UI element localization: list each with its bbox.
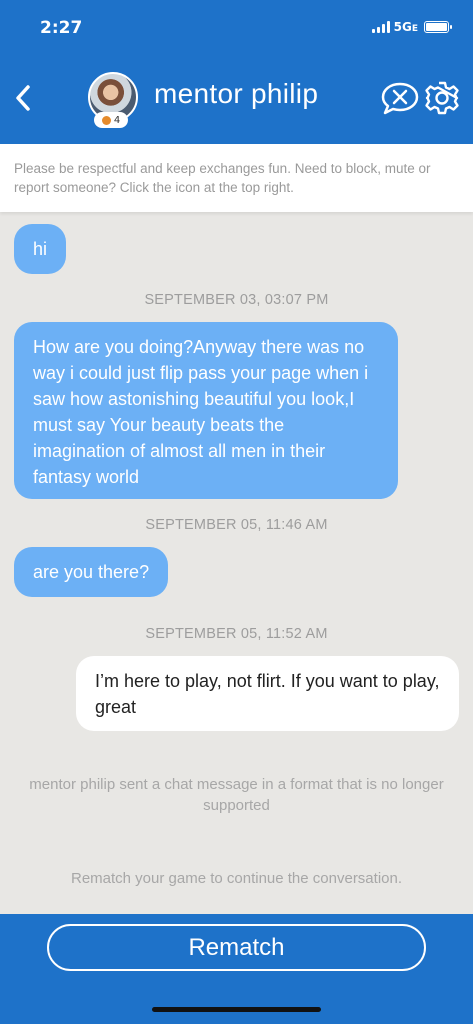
message-bubble-incoming: How are you doing?Anyway there was no wa… bbox=[14, 322, 398, 499]
network-label: 5GE bbox=[393, 20, 418, 34]
rematch-hint: Rematch your game to continue the conver… bbox=[70, 870, 403, 887]
block-report-button[interactable] bbox=[380, 80, 420, 116]
status-bar: 2:27 5GE bbox=[0, 0, 473, 50]
page-title: mentor philip bbox=[154, 78, 319, 109]
message-bubble-incoming: are you there? bbox=[14, 547, 169, 597]
status-indicators: 5GE bbox=[371, 20, 452, 34]
chat-header: 4 mentor philip bbox=[0, 50, 473, 144]
settings-button[interactable] bbox=[424, 80, 460, 116]
message-timestamp: SEPTEMBER 05, 11:52 AM bbox=[145, 626, 328, 642]
chat-close-icon bbox=[381, 82, 419, 115]
message-timestamp: SEPTEMBER 03, 03:07 PM bbox=[144, 292, 329, 308]
battery-icon bbox=[424, 21, 452, 33]
message-bubble-incoming: hi bbox=[14, 224, 67, 274]
system-message: mentor philip sent a chat message in a f… bbox=[29, 776, 444, 814]
status-time: 2:27 bbox=[40, 18, 83, 38]
level-badge: 4 bbox=[94, 112, 128, 128]
footer-bar: Rematch bbox=[0, 914, 473, 1024]
badge-icon bbox=[101, 115, 111, 125]
message-bubble-outgoing: I’m here to play, not flirt. If you want… bbox=[76, 656, 459, 731]
chat-thread[interactable]: hi SEPTEMBER 03, 03:07 PM How are you do… bbox=[0, 212, 473, 914]
rematch-button[interactable]: Rematch bbox=[47, 924, 426, 971]
home-indicator[interactable] bbox=[152, 1007, 321, 1012]
signal-icon bbox=[371, 21, 390, 33]
respect-notice: Please be respectful and keep exchanges … bbox=[0, 144, 473, 212]
level-value: 4 bbox=[113, 114, 121, 126]
gear-icon bbox=[425, 81, 459, 115]
back-button[interactable] bbox=[8, 78, 38, 118]
message-timestamp: SEPTEMBER 05, 11:46 AM bbox=[145, 517, 328, 533]
chevron-left-icon bbox=[16, 85, 30, 111]
